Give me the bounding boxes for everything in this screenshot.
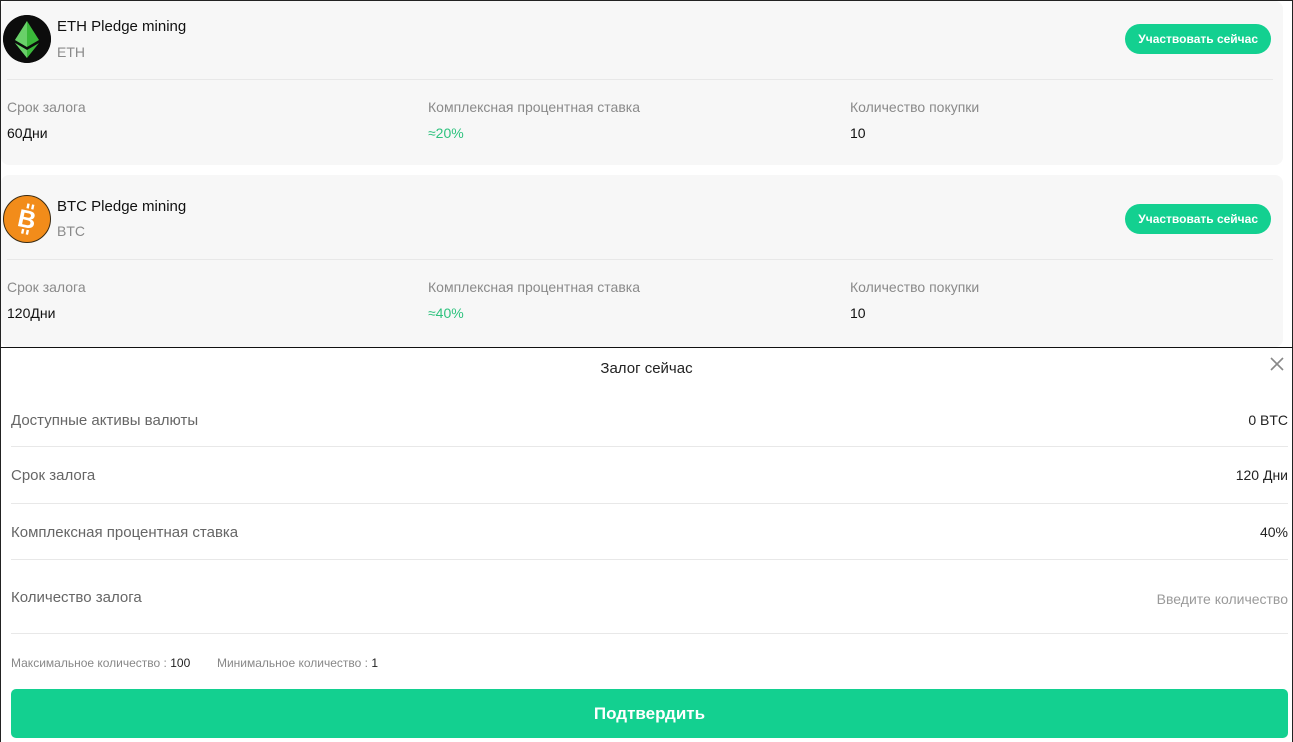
interest-rate-value: ≈20%: [428, 125, 464, 141]
product-card-btc: B BTC Pledge mining BTC Участвовать сейч…: [1, 175, 1283, 347]
participate-now-button[interactable]: Участвовать сейчас: [1125, 204, 1271, 234]
purchase-quantity-label: Количество покупки: [850, 99, 980, 115]
divider: [7, 79, 1273, 80]
purchase-quantity-stat: Количество покупки 10: [850, 279, 979, 321]
max-quantity-label: Максимальное количество :: [11, 656, 167, 670]
min-quantity-label: Минимальное количество :: [216, 656, 368, 670]
interest-rate-label: Комплексная процентная ставка: [11, 524, 239, 541]
btc-coin-icon: B: [3, 195, 51, 243]
modal-title: Залог сейчас: [600, 360, 693, 377]
purchase-quantity-label: Количество покупки: [850, 279, 980, 295]
pledge-term-value: 60Дни: [7, 125, 48, 141]
purchase-quantity-stat: Количество покупки 10: [850, 99, 979, 141]
interest-rate-stat: Комплексная процентная ставка ≈40%: [428, 279, 640, 321]
pledge-term-label: Срок залога: [11, 467, 96, 484]
eth-coin-icon: [3, 15, 51, 63]
product-symbol: ETH: [57, 44, 85, 60]
interest-rate-stat: Комплексная процентная ставка ≈20%: [428, 99, 640, 141]
interest-rate-label: Комплексная процентная ставка: [428, 279, 641, 295]
product-name: BTC Pledge mining: [57, 198, 187, 215]
interest-rate-label: Комплексная процентная ставка: [428, 99, 641, 115]
participate-now-button[interactable]: Участвовать сейчас: [1125, 24, 1271, 54]
purchase-quantity-value: 10: [850, 305, 866, 321]
pledge-term-value: 120 Дни: [1235, 467, 1288, 483]
divider: [7, 259, 1273, 260]
pledge-modal: Залог сейчас Доступные активы валюты 0 B…: [0, 347, 1293, 742]
pledge-term-stat: Срок залога 120Дни: [7, 279, 86, 321]
close-icon[interactable]: [1268, 355, 1286, 373]
pledge-amount-row: Количество залога: [11, 560, 1288, 634]
product-name: ETH Pledge mining: [57, 18, 187, 35]
available-assets-label: Доступные активы валюты: [11, 412, 199, 429]
product-card-header: ETH Pledge mining ETH Участвовать сейчас: [1, 1, 1283, 79]
min-quantity-value: 1: [371, 656, 379, 670]
pledge-amount-label: Количество залога: [11, 589, 142, 606]
pledge-term-label: Срок залога: [7, 99, 86, 115]
pledge-amount-input[interactable]: [988, 584, 1288, 614]
pledge-term-row: Срок залога 120 Дни: [11, 447, 1288, 504]
product-symbol: BTC: [57, 223, 85, 239]
interest-rate-row: Комплексная процентная ставка 40%: [11, 504, 1288, 560]
purchase-quantity-value: 10: [850, 125, 866, 141]
available-assets-value: 0 BTC: [1248, 412, 1288, 428]
quantity-limits: Максимальное количество : 100 Минимально…: [11, 656, 378, 670]
interest-rate-value: 40%: [1259, 524, 1288, 540]
pledge-term-value: 120Дни: [7, 305, 56, 321]
available-assets-row: Доступные активы валюты 0 BTC: [11, 388, 1288, 447]
product-card-eth: ETH Pledge mining ETH Участвовать сейчас…: [1, 1, 1283, 165]
pledge-term-label: Срок залога: [7, 279, 86, 295]
confirm-button[interactable]: Подтвердить: [11, 689, 1288, 738]
max-quantity-value: 100: [170, 656, 191, 670]
product-card-header: B BTC Pledge mining BTC Участвовать сейч…: [1, 175, 1283, 253]
pledge-term-stat: Срок залога 60Дни: [7, 99, 86, 141]
interest-rate-value: ≈40%: [428, 305, 464, 321]
